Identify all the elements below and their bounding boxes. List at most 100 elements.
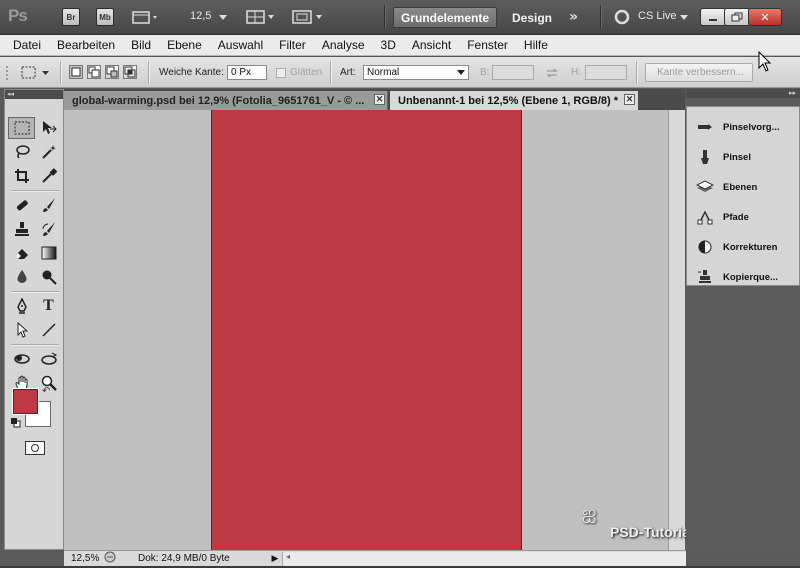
close-tab-icon[interactable]: ✕ xyxy=(374,94,385,105)
paths-icon xyxy=(687,209,723,225)
status-zoom[interactable]: 12,5% xyxy=(64,553,104,564)
refine-edge-button[interactable]: Kante verbessern... xyxy=(645,63,753,82)
appbar-separator xyxy=(384,5,385,29)
feather-label: Weiche Kante: xyxy=(159,67,224,78)
document-canvas[interactable] xyxy=(211,110,522,550)
panel-paths[interactable]: Pfade xyxy=(687,207,799,227)
type-tool-icon[interactable]: T xyxy=(35,295,62,317)
panel-label: Pinsel xyxy=(723,151,751,163)
vertical-scrollbar[interactable] xyxy=(668,110,685,550)
menu-file[interactable]: Datei xyxy=(13,38,41,52)
swap-colors-icon[interactable]: ↶ xyxy=(42,386,50,397)
panel-label: Korrekturen xyxy=(723,241,778,253)
status-zoom-preview-icon[interactable] xyxy=(104,551,118,566)
options-grip xyxy=(4,64,10,81)
rectangular-marquee-tool-icon[interactable] xyxy=(8,117,35,139)
style-select[interactable]: Normal xyxy=(363,65,469,80)
butterfly-logo-icon: ஐ xyxy=(582,502,597,523)
feather-input[interactable]: 0 Px xyxy=(227,65,267,80)
arrange-documents-icon[interactable] xyxy=(246,8,276,26)
height-input[interactable] xyxy=(585,65,627,80)
options-separator xyxy=(636,61,637,84)
new-selection-button[interactable] xyxy=(69,65,83,79)
close-window-button[interactable]: ✕ xyxy=(748,8,782,26)
antialias-checkbox[interactable] xyxy=(276,67,286,78)
panel-label: Kopierque... xyxy=(723,271,778,283)
blur-tool-icon[interactable] xyxy=(8,266,35,288)
path-selection-tool-icon[interactable] xyxy=(8,319,35,341)
cs-live-label[interactable]: CS Live xyxy=(638,10,677,22)
dock-expand-icon[interactable]: ▸▸ xyxy=(686,89,800,98)
quick-mask-button[interactable] xyxy=(25,441,45,455)
clone-stamp-tool-icon[interactable] xyxy=(8,218,35,240)
horizontal-scrollbar[interactable]: ◂ xyxy=(282,551,686,566)
panel-layers[interactable]: Ebenen xyxy=(687,177,799,197)
minimize-button[interactable] xyxy=(700,8,726,26)
screen-mode-icon[interactable] xyxy=(292,8,324,26)
more-workspaces-icon[interactable]: » xyxy=(569,8,578,26)
line-tool-icon[interactable] xyxy=(35,319,62,341)
menu-image[interactable]: Bild xyxy=(131,38,151,52)
cs-live-icon[interactable] xyxy=(614,8,630,26)
zoom-dropdown-icon[interactable] xyxy=(218,8,228,26)
bridge-button[interactable]: Br xyxy=(62,8,80,26)
scroll-left-icon[interactable]: ◂ xyxy=(286,552,290,561)
eraser-tool-icon[interactable] xyxy=(8,242,35,264)
menu-analysis[interactable]: Analyse xyxy=(322,38,365,52)
tools-panel-collapse-icon[interactable]: ◂◂ xyxy=(5,90,63,99)
menu-layer[interactable]: Ebene xyxy=(167,38,202,52)
workspace-essentials-button[interactable]: Grundelemente xyxy=(393,7,497,28)
canvas-area[interactable] xyxy=(64,110,668,550)
panel-adjustments[interactable]: Korrekturen xyxy=(687,237,799,257)
3d-rotate-tool-icon[interactable] xyxy=(8,348,35,370)
panel-clone-source[interactable]: Kopierque... xyxy=(687,267,799,287)
document-tab-unbenannt-1[interactable]: Unbenannt-1 bei 12,5% (Ebene 1, RGB/8) *… xyxy=(390,91,638,110)
intersect-selection-button[interactable] xyxy=(123,65,137,79)
antialias-checkbox-wrapper[interactable]: Glätten xyxy=(276,64,322,81)
eyedropper-tool-icon[interactable] xyxy=(35,165,62,187)
spot-healing-brush-icon[interactable] xyxy=(8,194,35,216)
menu-window[interactable]: Fenster xyxy=(467,38,508,52)
width-label: B: xyxy=(480,67,490,78)
menu-help[interactable]: Hilfe xyxy=(524,38,548,52)
dodge-tool-icon[interactable] xyxy=(35,266,62,288)
menu-view[interactable]: Ansicht xyxy=(412,38,451,52)
gradient-tool-icon[interactable] xyxy=(35,242,62,264)
options-separator xyxy=(148,61,149,84)
close-tab-icon[interactable]: ✕ xyxy=(624,94,635,105)
style-select-value: Normal xyxy=(367,67,400,78)
magic-wand-tool-icon[interactable] xyxy=(35,141,62,163)
swap-dimensions-icon[interactable] xyxy=(545,64,559,81)
options-separator xyxy=(60,61,61,84)
lasso-tool-icon[interactable] xyxy=(8,141,35,163)
width-input[interactable] xyxy=(492,65,534,80)
foreground-color-swatch[interactable] xyxy=(13,389,38,414)
status-menu-arrow-icon[interactable]: ▶ xyxy=(268,553,282,564)
history-brush-tool-icon[interactable] xyxy=(35,218,62,240)
view-extras-icon[interactable] xyxy=(132,8,160,26)
document-tab-global-warming[interactable]: global-warming.psd bei 12,9% (Fotolia_96… xyxy=(64,91,388,110)
menu-3d[interactable]: 3D xyxy=(381,38,396,52)
brush-tool-icon[interactable] xyxy=(35,194,62,216)
panel-brush-presets[interactable]: Pinselvorg... xyxy=(687,117,799,137)
menu-edit[interactable]: Bearbeiten xyxy=(57,38,115,52)
cs-live-dropdown-icon[interactable] xyxy=(679,8,689,26)
subtract-from-selection-button[interactable] xyxy=(105,65,119,79)
workspace-design-button[interactable]: Design xyxy=(505,7,559,28)
restore-button[interactable] xyxy=(724,8,750,26)
move-tool-icon[interactable] xyxy=(35,117,62,139)
crop-tool-icon[interactable] xyxy=(8,165,35,187)
default-colors-icon[interactable] xyxy=(11,418,21,428)
3d-orbit-tool-icon[interactable] xyxy=(35,348,62,370)
mini-bridge-button[interactable]: Mb xyxy=(96,8,114,26)
add-to-selection-button[interactable] xyxy=(87,65,101,79)
pen-tool-icon[interactable] xyxy=(8,295,35,317)
menu-select[interactable]: Auswahl xyxy=(218,38,263,52)
menu-filter[interactable]: Filter xyxy=(279,38,306,52)
tab-title: global-warming.psd bei 12,9% (Fotolia_96… xyxy=(72,94,365,107)
panel-brush[interactable]: Pinsel xyxy=(687,147,799,167)
zoom-level-display[interactable]: 12,5 xyxy=(190,10,211,22)
tool-preset-picker[interactable] xyxy=(20,64,54,81)
options-separator xyxy=(330,61,331,84)
menu-bar: Datei Bearbeiten Bild Ebene Auswahl Filt… xyxy=(0,35,800,56)
